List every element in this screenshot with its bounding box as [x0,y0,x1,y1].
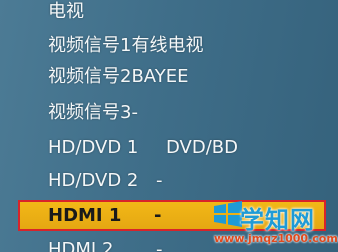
menu-item-value: - [156,170,163,191]
menu-item-value: DVD/BD [166,137,238,158]
menu-item-tv[interactable]: 电视 [16,0,328,26]
menu-item-value: - [154,204,162,226]
menu-item-value: - [131,102,138,123]
menu-item-video3[interactable]: 视频信号3- [16,99,328,127]
menu-item-label: HD/DVD 2 [48,170,139,191]
menu-item-label: HDMI 2 [48,239,114,252]
menu-item-value: 有线电视 [131,35,204,56]
menu-item-video2[interactable]: 视频信号2BAYEE [16,63,328,91]
watermark-url: www.jmqz1000.com [214,232,338,245]
menu-item-label: 视频信号2 [48,66,132,87]
menu-item-label: HDMI 1 [48,204,122,226]
menu-item-label: HD/DVD 1 [48,137,139,158]
menu-item-label: 视频信号1 [48,35,132,56]
watermark-title: 学知网 [240,206,315,234]
menu-item-value: - [156,239,163,252]
menu-item-hddvd1[interactable]: HD/DVD 1 DVD/BD [16,134,328,162]
menu-item-value: BAYEE [131,66,189,87]
menu-item-label: 电视 [48,1,84,22]
menu-item-label: 视频信号3 [48,102,132,123]
menu-item-video1[interactable]: 视频信号1有线电视 [16,32,328,60]
menu-item-hddvd2[interactable]: HD/DVD 2 - [16,167,328,195]
tv-input-menu: 电视 视频信号1有线电视 视频信号2BAYEE 视频信号3- HD/DVD 1 … [0,0,338,252]
